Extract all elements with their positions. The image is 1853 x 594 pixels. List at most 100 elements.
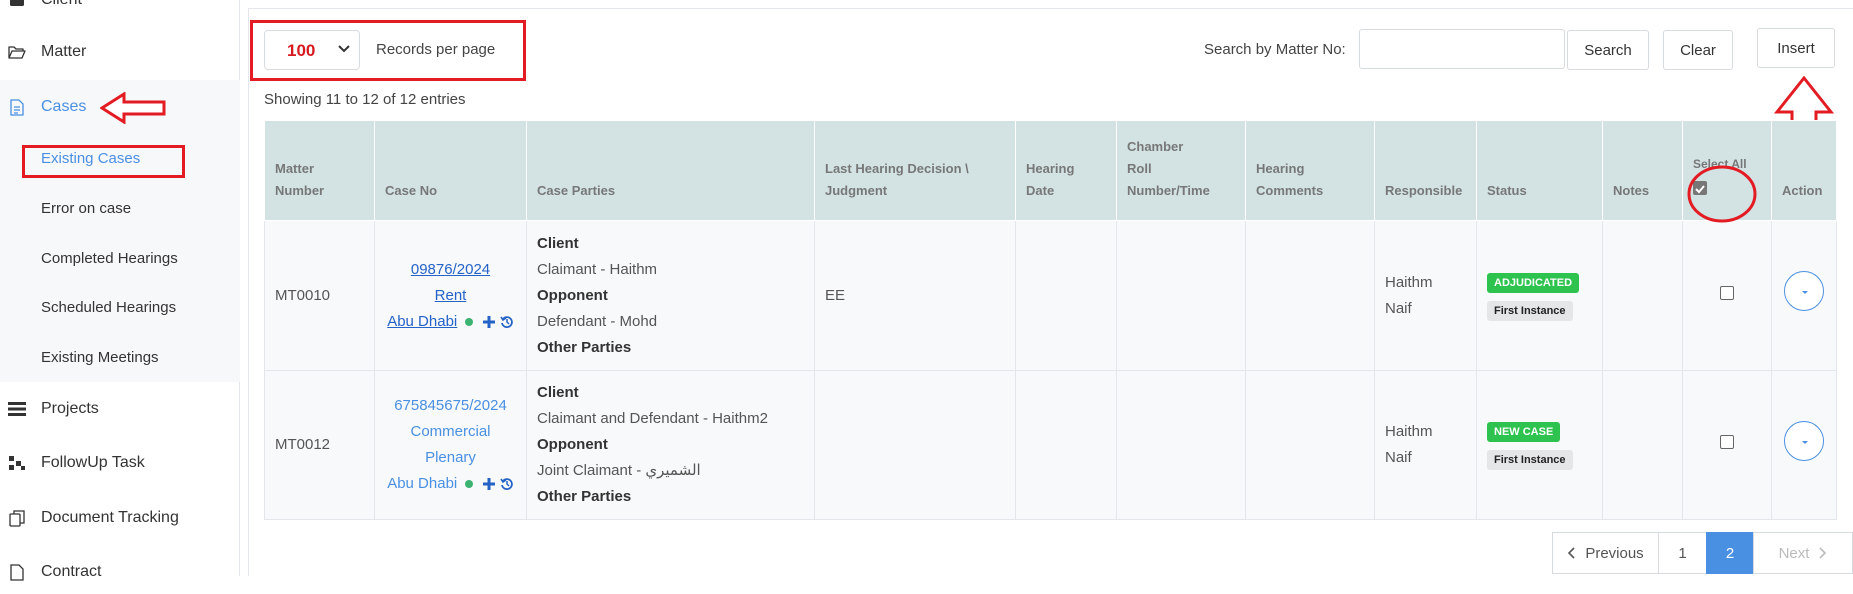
col-case-no[interactable]: Case No [374, 120, 527, 221]
cell-case-no: 675845675/2024 Commercial Plenary Abu Dh… [374, 370, 527, 520]
chevron-left-icon [1568, 547, 1575, 559]
col-responsible[interactable]: Responsible [1374, 120, 1477, 221]
header-line: Judgment [825, 183, 888, 198]
opponent-heading: Opponent [537, 286, 608, 304]
cell-hearing-date [1015, 370, 1117, 520]
header-line: Hearing [1256, 161, 1305, 176]
cell-chamber [1116, 370, 1246, 520]
briefcase-icon [8, 0, 26, 9]
header-line: Last Hearing Decision \ [825, 161, 969, 176]
annotation-arrow-left-icon [100, 92, 166, 124]
cell-notes [1602, 220, 1683, 371]
cell-responsible: Haithm Naif [1374, 370, 1477, 520]
search-input[interactable] [1359, 29, 1565, 69]
sidebar-item-followup-task[interactable]: FollowUp Task [0, 441, 240, 485]
annotation-circle-icon [1687, 165, 1757, 223]
cell-chamber [1116, 220, 1246, 371]
col-hearing-date[interactable]: Hearing Date [1015, 120, 1117, 221]
col-select-all[interactable]: Select All [1682, 120, 1772, 223]
cell-matter: MT0012 [264, 370, 375, 520]
entries-info: Showing 11 to 12 of 12 entries [264, 91, 466, 108]
cell-status: NEW CASE First Instance [1476, 370, 1603, 520]
col-hearing-comments[interactable]: Hearing Comments [1245, 120, 1375, 221]
pagination-previous-label: Previous [1585, 544, 1644, 562]
status-dot-icon [465, 480, 474, 489]
case-type-link[interactable]: Commercial [410, 423, 490, 440]
case-city-link[interactable]: Abu Dhabi [387, 475, 457, 492]
plus-icon[interactable] [482, 477, 496, 491]
header-line: Number/Time [1127, 183, 1210, 198]
other-parties-heading: Other Parties [537, 338, 632, 356]
search-button[interactable]: Search [1567, 30, 1649, 70]
col-action[interactable]: Action [1771, 120, 1837, 221]
cell-notes [1602, 370, 1683, 520]
action-dropdown-button[interactable] [1784, 420, 1824, 461]
sidebar-subitem-error-on-case[interactable]: Error on case [41, 200, 131, 217]
cell-action [1771, 220, 1837, 371]
annotation-box-existing-cases [22, 145, 185, 178]
sidebar: Client Matter Cases Existing Cases Error… [0, 0, 240, 581]
pagination-page-current[interactable]: 2 [1706, 532, 1754, 574]
responsible-line: Naif [1385, 449, 1412, 466]
history-icon[interactable] [500, 315, 514, 329]
status-badge: ADJUDICATED [1487, 272, 1580, 293]
caret-down-icon [1802, 440, 1808, 444]
folder-open-icon [8, 43, 26, 61]
instance-badge: First Instance [1487, 450, 1573, 470]
pagination-page[interactable]: 1 [1658, 532, 1707, 574]
cell-matter: MT0010 [264, 220, 375, 371]
case-no-link[interactable]: 09876/2024 [411, 261, 490, 278]
cell-case-parties: Client Claimant and Defendant - Haithm2 … [526, 370, 815, 520]
case-no-link[interactable]: 675845675/2024 [394, 397, 507, 414]
cell-case-parties: Client Claimant - Haithm Opponent Defend… [526, 220, 815, 371]
col-case-parties[interactable]: Case Parties [526, 120, 815, 221]
sidebar-item-label: FollowUp Task [41, 454, 145, 471]
cell-responsible: Haithm Naif [1374, 220, 1477, 371]
col-chamber[interactable]: Chamber Roll Number/Time [1116, 120, 1246, 221]
opponent-heading: Opponent [537, 436, 608, 453]
sidebar-subitem-scheduled-hearings[interactable]: Scheduled Hearings [41, 299, 176, 316]
pagination-previous[interactable]: Previous [1552, 532, 1659, 574]
responsible-line: Haithm [1385, 273, 1433, 291]
action-dropdown-button[interactable] [1784, 271, 1824, 311]
case-city-link[interactable]: Abu Dhabi [387, 313, 457, 330]
header-line: Comments [1256, 183, 1324, 198]
row-checkbox[interactable] [1720, 285, 1734, 300]
status-badge: NEW CASE [1487, 422, 1561, 442]
list-icon [8, 400, 26, 418]
plus-icon[interactable] [482, 315, 496, 329]
col-matter-number[interactable]: Matter Number [264, 120, 375, 221]
history-icon[interactable] [500, 477, 514, 491]
sidebar-item-client[interactable]: Client [0, 0, 240, 22]
sidebar-item-projects[interactable]: Projects [0, 387, 240, 431]
tasks-icon [8, 454, 26, 472]
cell-hearing-comments [1245, 220, 1375, 371]
case-type-link[interactable]: Rent [435, 287, 467, 304]
annotation-box-page-size [250, 20, 526, 81]
sidebar-item-label: Contract [41, 563, 102, 580]
row-checkbox[interactable] [1720, 435, 1734, 449]
case-type2-link[interactable]: Plenary [425, 449, 476, 466]
col-status[interactable]: Status [1476, 120, 1603, 221]
cell-hearing-comments [1245, 370, 1375, 520]
copy-icon [8, 509, 26, 527]
cases-table: Matter Number Case No Case Parties Last … [264, 120, 1837, 520]
clear-button[interactable]: Clear [1663, 30, 1733, 70]
col-last-hearing[interactable]: Last Hearing Decision \ Judgment [814, 120, 1016, 221]
cell-case-no: 09876/2024 Rent Abu Dhabi [374, 220, 527, 371]
table-header-row: Matter Number Case No Case Parties Last … [264, 120, 1837, 223]
sidebar-item-contract[interactable]: Contract [0, 550, 240, 594]
pagination-next[interactable]: Next [1753, 532, 1853, 574]
sidebar-item-document-tracking[interactable]: Document Tracking [0, 496, 240, 540]
sidebar-item-matter[interactable]: Matter [0, 30, 240, 74]
col-notes[interactable]: Notes [1602, 120, 1683, 221]
cell-select [1682, 220, 1772, 371]
sidebar-item-label: Cases [41, 98, 87, 115]
sidebar-subitem-existing-meetings[interactable]: Existing Meetings [41, 349, 159, 366]
insert-button[interactable]: Insert [1757, 28, 1835, 68]
sidebar-subitem-completed-hearings[interactable]: Completed Hearings [41, 250, 178, 267]
header-line: Chamber [1127, 139, 1184, 154]
header-line: Matter [275, 161, 315, 176]
other-parties-heading: Other Parties [537, 488, 632, 505]
file-icon [8, 563, 26, 581]
